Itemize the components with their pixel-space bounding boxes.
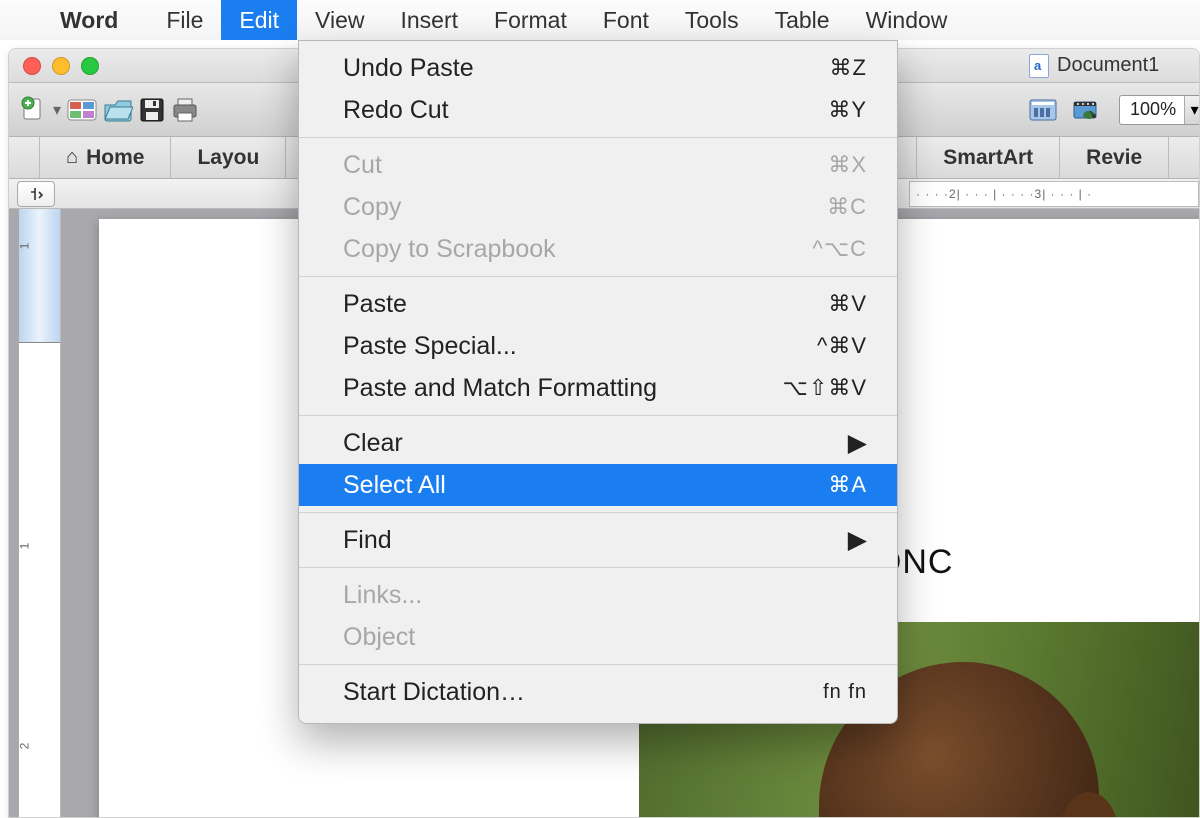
movie-button[interactable] xyxy=(1067,93,1103,127)
menu-paste-match[interactable]: Paste and Match Formatting⌥⇧⌘V xyxy=(299,367,897,409)
horizontal-ruler[interactable]: · · · ·2| · · · | · · · ·3| · · · | · xyxy=(909,181,1199,207)
menu-edit[interactable]: Edit xyxy=(221,0,297,40)
open-button[interactable] xyxy=(103,93,133,127)
menu-copy: Copy⌘C xyxy=(299,186,897,228)
template-gallery-button[interactable] xyxy=(67,93,97,127)
zoom-value: 100% xyxy=(1130,99,1176,120)
zoom-dropdown-icon[interactable]: ▾ xyxy=(1184,96,1200,124)
document-icon xyxy=(1029,54,1049,78)
ruler-mark: 1 xyxy=(17,543,31,550)
media-browser-button[interactable] xyxy=(1025,93,1061,127)
menu-find[interactable]: Find▶ xyxy=(299,519,897,561)
traffic-lights xyxy=(23,57,99,75)
window-title: Document1 xyxy=(1029,54,1159,78)
menu-tools[interactable]: Tools xyxy=(667,0,757,40)
menu-paste-special[interactable]: Paste Special...^⌘V xyxy=(299,325,897,367)
tab-home-label: Home xyxy=(86,146,144,170)
print-button[interactable] xyxy=(171,93,199,127)
menu-window[interactable]: Window xyxy=(848,0,966,40)
menu-select-all[interactable]: Select All⌘A xyxy=(299,464,897,506)
tab-home[interactable]: ⌂ Home xyxy=(39,137,171,178)
menu-view[interactable]: View xyxy=(297,0,382,40)
menu-clear[interactable]: Clear▶ xyxy=(299,422,897,464)
tab-selector[interactable] xyxy=(17,181,55,207)
document-title-text: Document1 xyxy=(1057,54,1159,77)
close-button[interactable] xyxy=(23,57,41,75)
ruler-mark: 2 xyxy=(17,743,31,750)
minimize-button[interactable] xyxy=(52,57,70,75)
zoom-control[interactable]: 100% ▾ xyxy=(1119,95,1200,125)
menu-file[interactable]: File xyxy=(148,0,221,40)
submenu-arrow-icon: ▶ xyxy=(848,428,867,458)
menu-cut: Cut⌘X xyxy=(299,144,897,186)
tab-layout-label: Layou xyxy=(197,146,259,170)
vertical-ruler[interactable]: 1 1 2 xyxy=(19,209,61,817)
menu-object: Object xyxy=(299,616,897,658)
new-dropdown-icon[interactable]: ▾ xyxy=(53,100,61,120)
ruler-mark: 1 xyxy=(17,243,31,250)
menu-format[interactable]: Format xyxy=(476,0,585,40)
submenu-arrow-icon: ▶ xyxy=(848,525,867,555)
edit-menu-dropdown: Undo Paste⌘Z Redo Cut⌘Y Cut⌘X Copy⌘C Cop… xyxy=(298,40,898,724)
tab-review[interactable]: Revie xyxy=(1060,137,1169,178)
menu-redo[interactable]: Redo Cut⌘Y xyxy=(299,89,897,131)
tab-layout[interactable]: Layou xyxy=(171,137,286,178)
macos-menubar: Word File Edit View Insert Format Font T… xyxy=(0,0,1200,40)
tab-review-label: Revie xyxy=(1086,146,1142,170)
menu-table[interactable]: Table xyxy=(757,0,848,40)
menu-undo[interactable]: Undo Paste⌘Z xyxy=(299,47,897,89)
tab-smartart[interactable]: SmartArt xyxy=(916,137,1060,178)
menu-font[interactable]: Font xyxy=(585,0,667,40)
app-name[interactable]: Word xyxy=(60,7,118,34)
home-icon: ⌂ xyxy=(66,146,78,169)
menu-start-dictation[interactable]: Start Dictation…fn fn xyxy=(299,671,897,713)
menu-links: Links... xyxy=(299,574,897,616)
save-button[interactable] xyxy=(139,93,165,127)
new-document-button[interactable] xyxy=(19,93,47,127)
menu-copy-scrapbook: Copy to Scrapbook^⌥C xyxy=(299,228,897,270)
tab-smartart-label: SmartArt xyxy=(943,146,1033,170)
menu-insert[interactable]: Insert xyxy=(382,0,476,40)
maximize-button[interactable] xyxy=(81,57,99,75)
menu-paste[interactable]: Paste⌘V xyxy=(299,283,897,325)
